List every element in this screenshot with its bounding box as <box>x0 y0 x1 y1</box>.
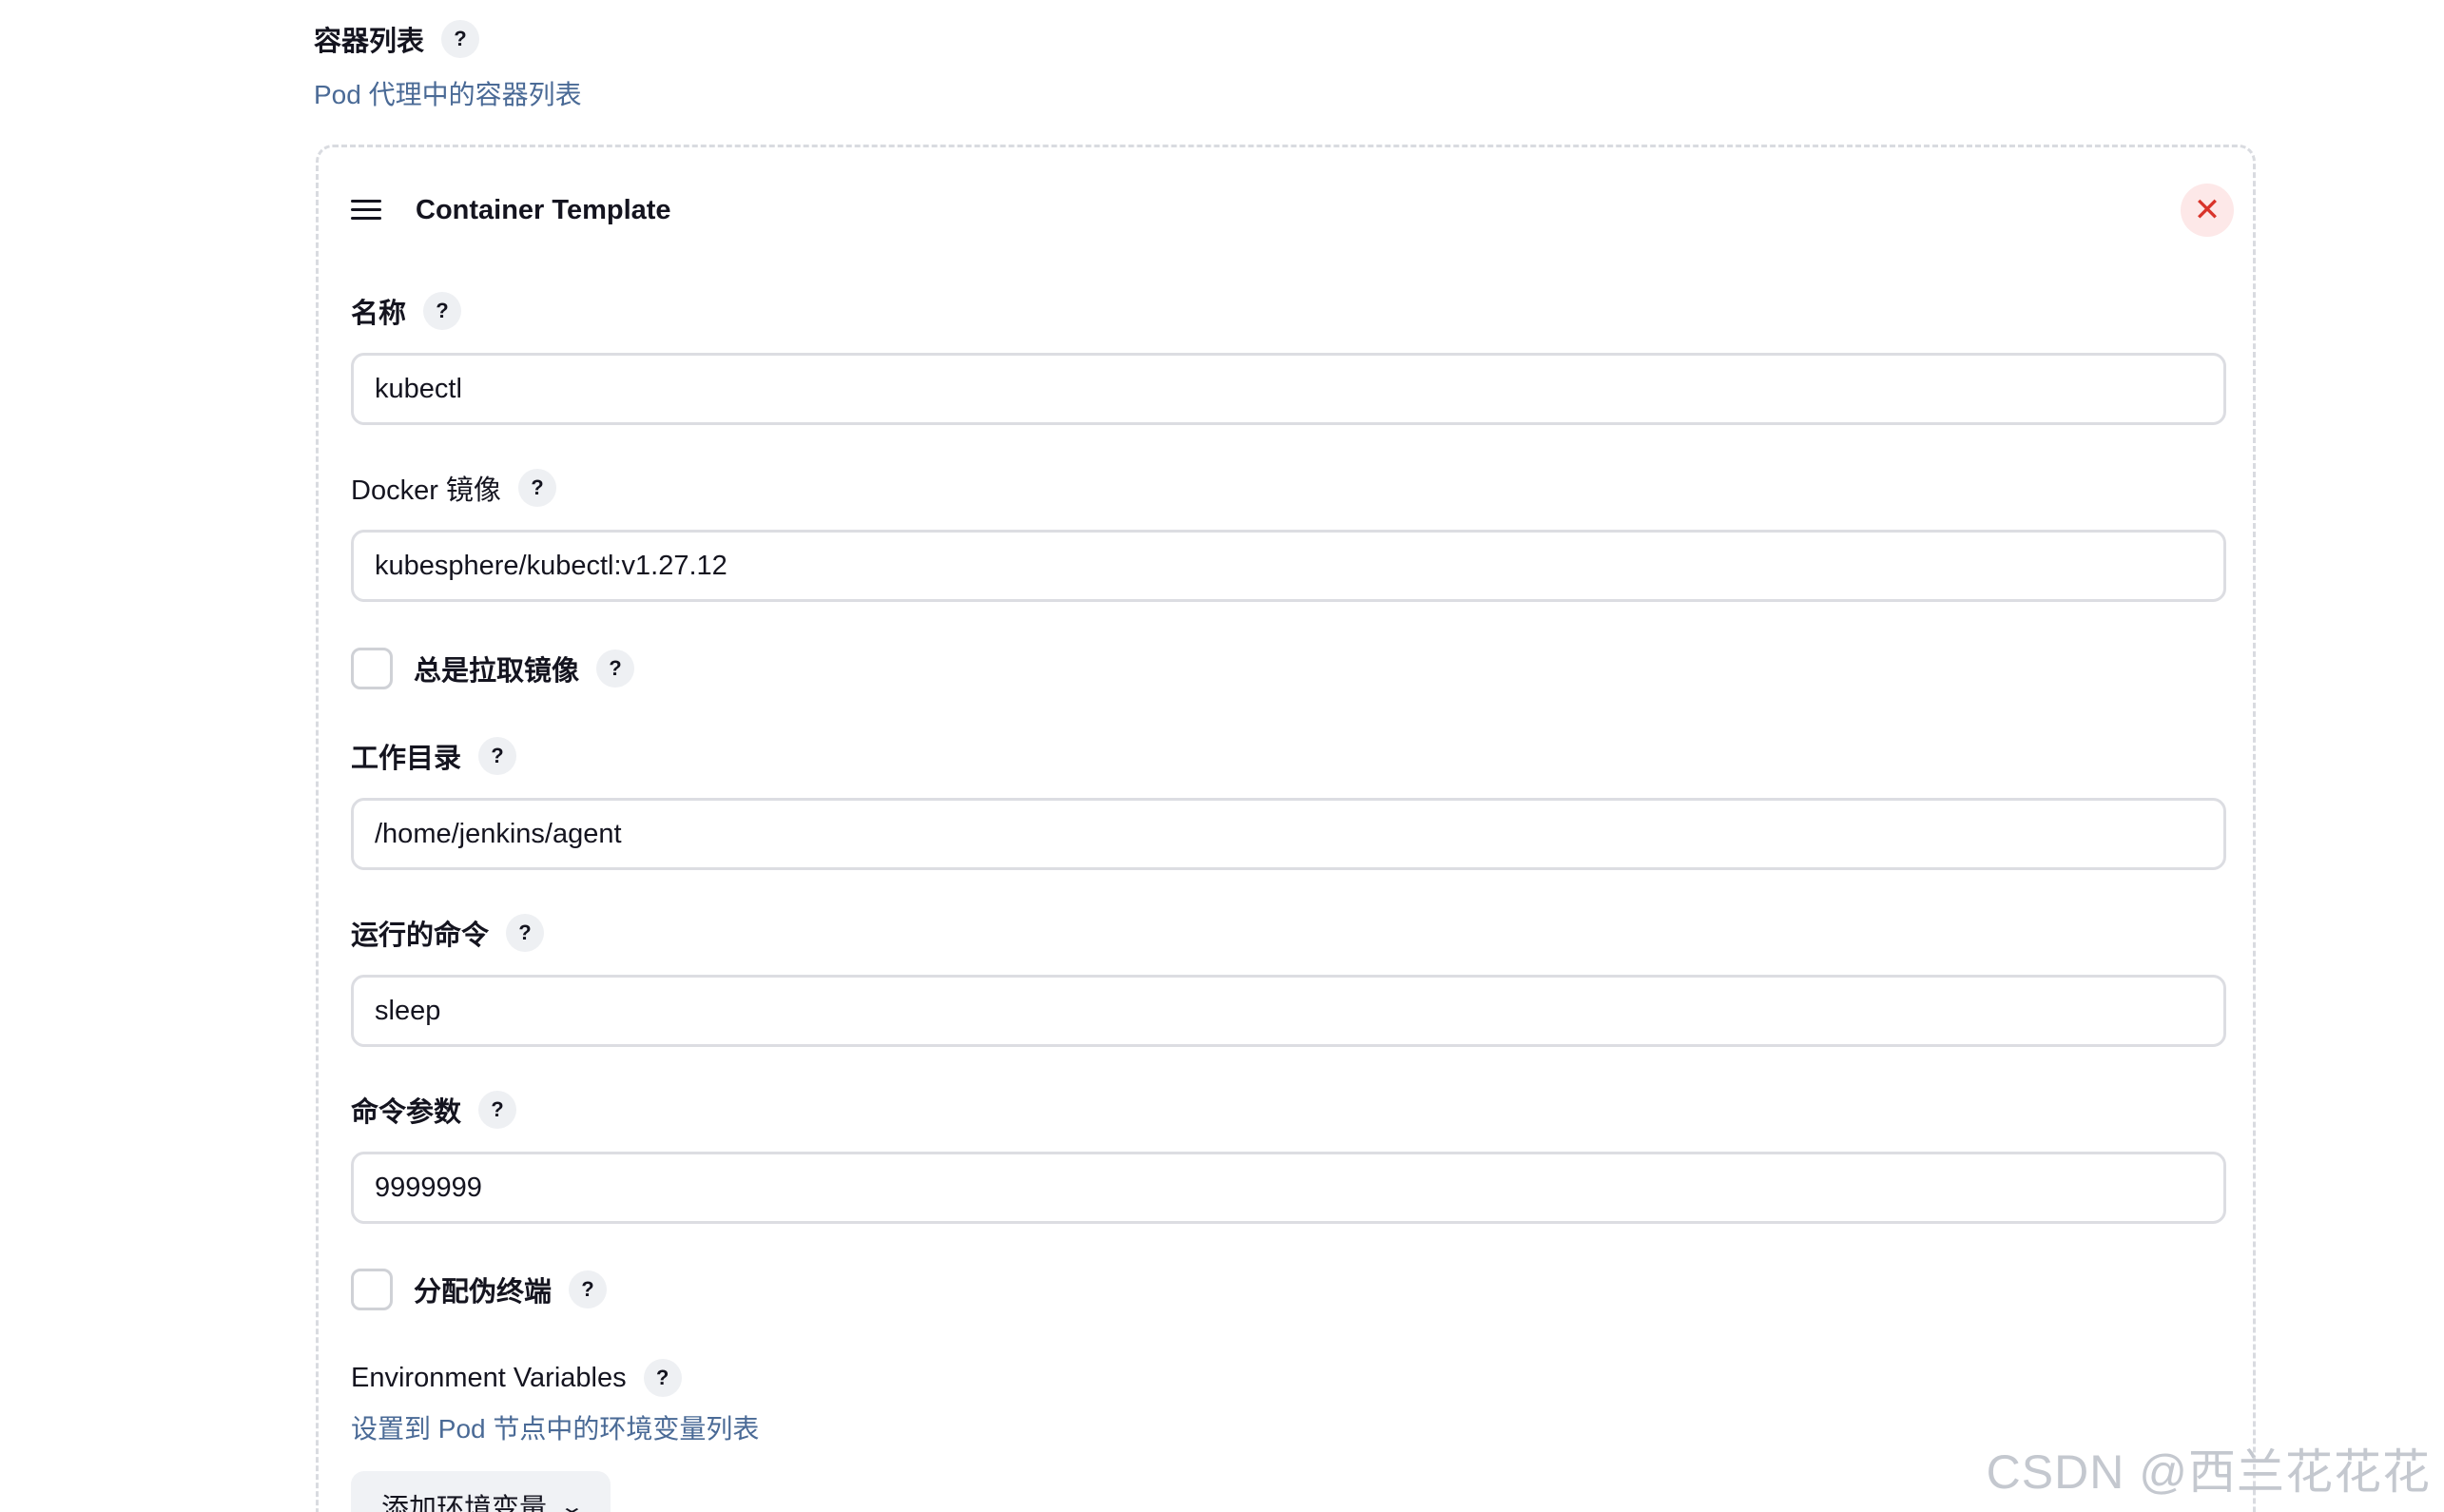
section-header: 容器列表 ? <box>314 19 480 59</box>
chevron-down-icon: ⌄ <box>558 1496 585 1512</box>
watermark: CSDN @西兰花花花 <box>1986 1445 2431 1499</box>
name-input[interactable]: kubectl <box>351 353 2226 425</box>
help-icon[interactable]: ? <box>569 1270 608 1308</box>
command-label: 运行的命令 <box>351 921 490 951</box>
name-label: 名称 <box>351 299 407 329</box>
always-pull-field: 总是拉取镜像 ? <box>351 646 2226 691</box>
card-title: Container Template <box>416 194 671 225</box>
help-icon[interactable]: ? <box>423 292 462 330</box>
section-description: Pod 代理中的容器列表 <box>314 80 582 109</box>
args-field: 命令参数 ? 9999999 <box>351 1089 2226 1224</box>
workdir-label: 工作目录 <box>351 744 462 774</box>
env-description: 设置到 Pod 节点中的环境变量列表 <box>351 1414 760 1444</box>
env-label: Environment Variables <box>351 1362 627 1393</box>
name-field: 名称 ? kubectl <box>351 290 2226 425</box>
help-icon[interactable]: ? <box>643 1359 682 1397</box>
help-icon[interactable]: ? <box>596 649 635 688</box>
env-field: Environment Variables ? 设置到 Pod 节点中的环境变量… <box>351 1357 2226 1512</box>
help-icon[interactable]: ? <box>441 20 480 58</box>
help-icon[interactable]: ? <box>506 914 545 952</box>
tty-checkbox[interactable] <box>351 1269 393 1310</box>
args-input[interactable]: 9999999 <box>351 1152 2226 1224</box>
command-input[interactable]: sleep <box>351 975 2226 1047</box>
image-field: Docker 镜像 ? kubesphere/kubectl:v1.27.12 <box>351 467 2226 602</box>
drag-handle-icon[interactable] <box>351 200 381 221</box>
args-label: 命令参数 <box>351 1097 462 1128</box>
page: 容器列表 ? Pod 代理中的容器列表 Container Template ✕… <box>0 0 2444 1512</box>
add-env-label: 添加环境变量 <box>381 1494 548 1512</box>
image-input[interactable]: kubesphere/kubectl:v1.27.12 <box>351 530 2226 602</box>
container-template-card: Container Template ✕ 名称 ? kubectl Docker… <box>316 145 2256 1512</box>
workdir-field: 工作目录 ? /home/jenkins/agent <box>351 735 2226 870</box>
help-icon[interactable]: ? <box>478 737 517 775</box>
always-pull-checkbox[interactable] <box>351 648 393 689</box>
card-header: Container Template ✕ <box>351 182 2234 239</box>
workdir-input[interactable]: /home/jenkins/agent <box>351 798 2226 870</box>
always-pull-label: 总是拉取镜像 <box>414 656 580 687</box>
add-env-button[interactable]: 添加环境变量 ⌄ <box>351 1471 611 1512</box>
help-icon[interactable]: ? <box>517 469 556 507</box>
help-icon[interactable]: ? <box>478 1091 517 1129</box>
close-button[interactable]: ✕ <box>2181 184 2234 237</box>
tty-label: 分配伪终端 <box>414 1277 553 1308</box>
image-label: Docker 镜像 <box>351 475 501 506</box>
section-title: 容器列表 <box>314 27 425 57</box>
command-field: 运行的命令 ? sleep <box>351 912 2226 1047</box>
tty-field: 分配伪终端 ? <box>351 1267 2226 1312</box>
